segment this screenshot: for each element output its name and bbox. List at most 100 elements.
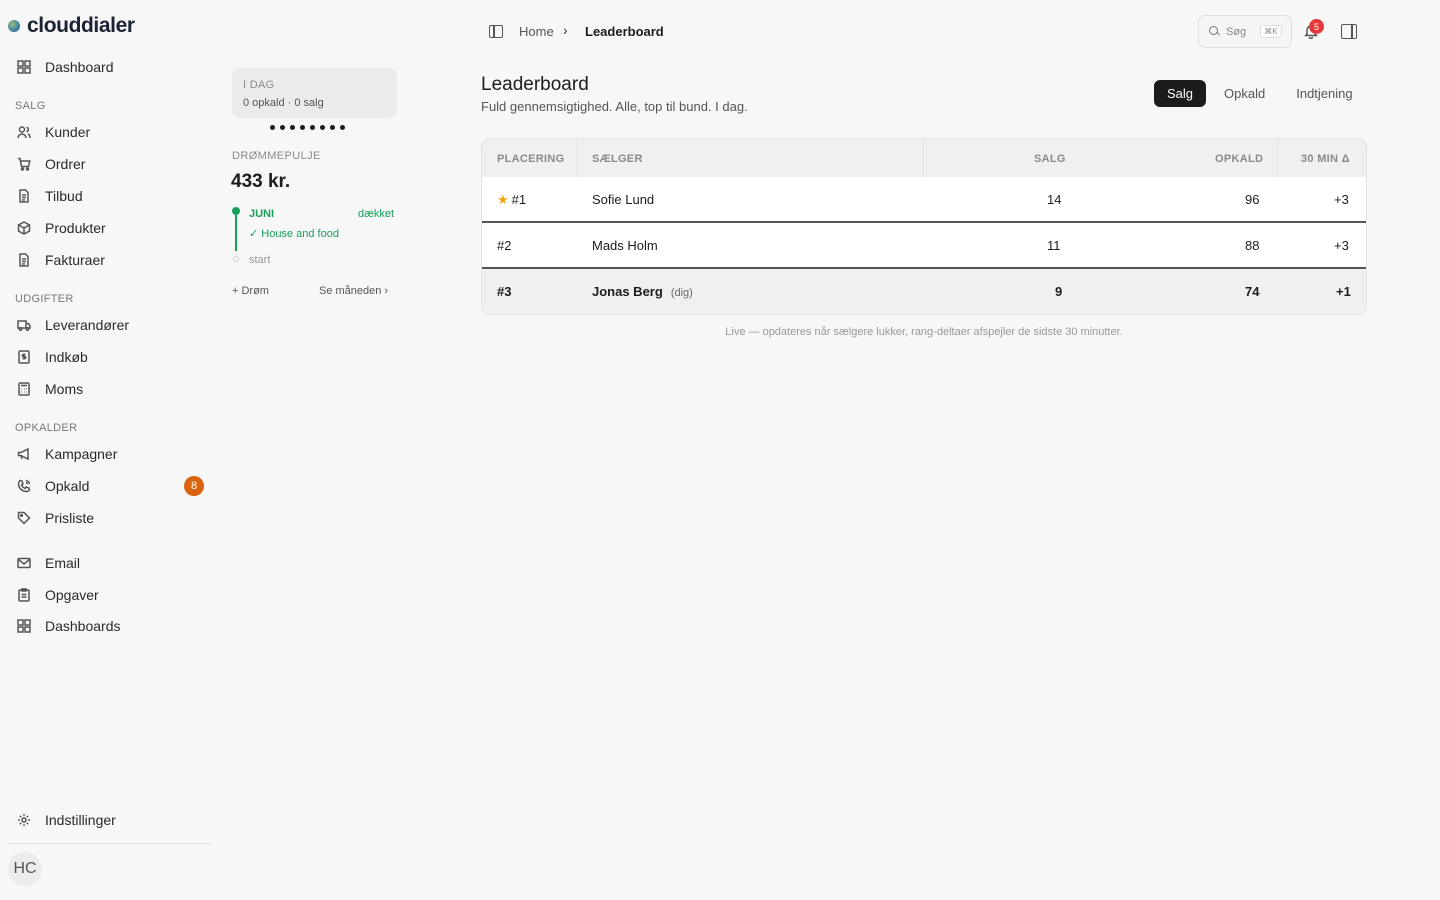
right-panel-toggle-icon[interactable] — [1341, 24, 1357, 39]
sidebar-item-opgaver[interactable]: Opgaver — [8, 581, 212, 609]
logo-icon — [8, 20, 20, 32]
chevron-right-icon: › — [563, 22, 568, 38]
gear-icon — [17, 813, 31, 827]
sidebar-item-settings[interactable]: Indstillinger — [8, 806, 212, 834]
goal-item: ✓ House and food — [249, 228, 339, 240]
tab-indtjening[interactable]: Indtjening — [1283, 80, 1365, 107]
grid-icon — [17, 60, 31, 74]
sidebar-toggle-icon[interactable] — [489, 25, 503, 38]
sidebar-item-label: Email — [45, 555, 81, 571]
sidebar-item-opkald[interactable]: Opkald 8 — [8, 472, 212, 500]
calls-value: 74 — [1245, 284, 1260, 299]
sidebar-item-leverandorer[interactable]: Leverandører — [8, 311, 212, 339]
receipt-dollar-icon — [17, 350, 31, 364]
sidebar-item-label: Prisliste — [45, 510, 95, 526]
tab-opkald[interactable]: Opkald — [1211, 80, 1278, 107]
sidebar-item-label: Dashboards — [45, 618, 121, 634]
covered-status: dækket — [358, 208, 395, 220]
breadcrumb-current: Leaderboard — [585, 24, 664, 39]
sidebar: clouddialer Dashboard SALG Kunder Ordrer… — [0, 0, 220, 900]
page-subtitle: Fuld gennemsigtighed. Alle, top til bund… — [481, 99, 748, 114]
sidebar-item-kampagner[interactable]: Kampagner — [8, 440, 212, 468]
table-header: PLACERING SÆLGER SALG OPKALD 30 MIN Δ — [482, 139, 1366, 177]
sidebar-item-dashboards[interactable]: Dashboards — [8, 612, 212, 640]
table-row-current-user[interactable]: #3 Jonas Berg (dig) 9 74 +1 — [482, 269, 1366, 314]
leaderboard-table: PLACERING SÆLGER SALG OPKALD 30 MIN Δ ★ #… — [481, 138, 1367, 315]
search-placeholder: Søg — [1226, 25, 1247, 38]
column-header-placering[interactable]: PLACERING — [497, 153, 564, 165]
sidebar-item-label: Indkøb — [45, 349, 88, 365]
breadcrumb-home[interactable]: Home — [519, 24, 554, 39]
sidebar-item-kunder[interactable]: Kunder — [8, 118, 212, 146]
sidebar-item-label: Ordrer — [45, 156, 86, 172]
document-icon — [17, 189, 31, 203]
table-row[interactable]: ★ #1 Sofie Lund 14 96 +3 — [482, 177, 1366, 223]
sidebar-item-label: Kampagner — [45, 446, 118, 462]
column-header-salg[interactable]: SALG — [1034, 153, 1066, 165]
you-tag: (dig) — [670, 287, 693, 299]
delta-value: +3 — [1334, 238, 1349, 253]
clipboard-icon — [17, 588, 31, 602]
column-header-saelger[interactable]: SÆLGER — [592, 153, 643, 165]
avatar[interactable]: HC — [8, 852, 42, 886]
sidebar-item-ordrer[interactable]: Ordrer — [8, 150, 212, 178]
sales-value: 11 — [1047, 238, 1061, 253]
sidebar-item-label: Tilbud — [45, 188, 83, 204]
sidebar-item-produkter[interactable]: Produkter — [8, 214, 212, 242]
rank-cell: #3 — [497, 284, 512, 299]
brand-logo[interactable]: clouddialer — [8, 14, 135, 38]
column-header-opkald[interactable]: OPKALD — [1215, 153, 1263, 165]
table-row[interactable]: #2 Mads Holm 11 88 +3 — [482, 223, 1366, 269]
sidebar-item-fakturaer[interactable]: Fakturaer — [8, 246, 212, 274]
dream-pool-amount: 433 kr. — [231, 171, 291, 192]
invoice-icon — [17, 253, 31, 267]
tag-icon — [17, 511, 31, 525]
opkald-count-badge: 8 — [184, 476, 204, 496]
seller-name: Mads Holm — [592, 238, 658, 253]
sidebar-item-label: Dashboard — [45, 59, 114, 75]
sidebar-item-email[interactable]: Email — [8, 549, 212, 577]
sidebar-item-indkob[interactable]: Indkøb — [8, 343, 212, 371]
seller-name: Sofie Lund — [592, 192, 655, 207]
package-icon — [17, 221, 31, 235]
rank-cell: ★ #1 — [497, 192, 527, 207]
timeline-line — [235, 215, 237, 251]
sidebar-item-label: Opkald — [45, 478, 90, 494]
truck-icon — [17, 318, 31, 332]
sidebar-item-label: Leverandører — [45, 317, 130, 333]
timeline-dot — [232, 207, 240, 215]
live-footnote: Live — opdateres når sælgere lukker, ran… — [725, 326, 1123, 338]
add-dream-button[interactable]: + Drøm — [232, 285, 269, 297]
sidebar-item-prisliste[interactable]: Prisliste — [8, 504, 212, 532]
tab-salg[interactable]: Salg — [1154, 80, 1207, 107]
search-icon — [1209, 26, 1220, 37]
sales-value: 9 — [1055, 284, 1063, 299]
star-icon: ★ — [497, 192, 509, 207]
search-shortcut: ⌘K — [1260, 25, 1282, 38]
column-header-delta[interactable]: 30 MIN Δ — [1301, 153, 1350, 165]
rank-cell: #2 — [497, 238, 512, 253]
sales-value: 14 — [1047, 192, 1062, 207]
timeline-start-label: start — [249, 254, 271, 266]
search-input[interactable]: Søg ⌘K — [1198, 15, 1292, 48]
timeline-start-dot — [233, 256, 239, 262]
dream-pool-label: DRØMMEPULJE — [232, 150, 321, 162]
mail-icon — [17, 556, 31, 570]
sidebar-item-dashboard[interactable]: Dashboard — [8, 53, 212, 81]
sidebar-item-label: Moms — [45, 381, 84, 397]
phone-icon — [17, 479, 31, 493]
section-label-salg: SALG — [15, 100, 46, 112]
seller-name-cell: Jonas Berg (dig) — [592, 284, 693, 299]
today-title: I DAG — [243, 79, 275, 91]
pagination-dots[interactable] — [270, 125, 345, 130]
users-icon — [17, 125, 31, 139]
timeline-month: JUNI — [249, 208, 275, 220]
sidebar-item-moms[interactable]: Moms — [8, 375, 212, 403]
sidebar-item-label: Produkter — [45, 220, 106, 236]
section-label-udgifter: UDGIFTER — [15, 293, 74, 305]
sidebar-item-tilbud[interactable]: Tilbud — [8, 182, 212, 210]
metric-tabs: Salg Opkald Indtjening — [1154, 80, 1366, 107]
delta-value: +1 — [1336, 284, 1351, 299]
see-month-link[interactable]: Se måneden › — [319, 285, 388, 297]
section-label-opkalder: OPKALDER — [15, 422, 78, 434]
